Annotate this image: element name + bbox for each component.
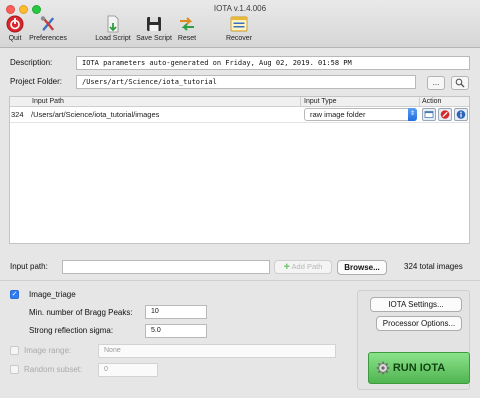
- add-path-button[interactable]: ✚ Add Path: [274, 260, 332, 274]
- min-bragg-field[interactable]: 10: [145, 305, 207, 319]
- delete-row-button[interactable]: [438, 108, 452, 121]
- image-range-label: Image range:: [24, 346, 72, 355]
- preferences-label: Preferences: [29, 35, 67, 42]
- reset-label: Reset: [177, 35, 197, 42]
- quit-label: Quit: [8, 35, 22, 42]
- plus-icon: ✚: [283, 262, 290, 271]
- random-subset-field[interactable]: 0: [98, 363, 158, 377]
- window-title: IOTA v.1.4.006: [213, 4, 267, 13]
- run-iota-button[interactable]: RUN IOTA: [368, 352, 470, 384]
- recover-window-icon: [230, 16, 248, 32]
- view-images-button[interactable]: [422, 108, 436, 121]
- load-script-button[interactable]: Load Script: [94, 15, 132, 42]
- iota-settings-button[interactable]: IOTA Settings...: [370, 297, 462, 312]
- project-folder-search-button[interactable]: [451, 76, 469, 90]
- load-script-icon: [107, 15, 119, 33]
- row-image-count: 324: [11, 110, 24, 119]
- random-subset-label: Random subset:: [24, 365, 83, 374]
- browse-button[interactable]: Browse...: [337, 260, 387, 275]
- select-stepper-icon: ⇕: [408, 108, 417, 121]
- table-row[interactable]: 324 /Users/art/Science/iota_tutorial/ima…: [10, 107, 469, 123]
- image-triage-checkbox[interactable]: ✓: [10, 290, 19, 299]
- recover-button[interactable]: Recover: [224, 15, 254, 42]
- window-titlebar: IOTA v.1.4.006 Quit Preferences Load Scr…: [0, 0, 480, 48]
- add-path-label: Add Path: [291, 262, 323, 271]
- description-field[interactable]: IOTA parameters auto-generated on Friday…: [76, 56, 470, 70]
- section-divider: [0, 280, 480, 281]
- row-info-button[interactable]: [454, 108, 468, 121]
- project-folder-field[interactable]: /Users/art/Science/iota_tutorial: [76, 75, 416, 89]
- floppy-disk-icon: [147, 17, 161, 31]
- quit-button[interactable]: Quit: [4, 15, 26, 42]
- processor-options-button[interactable]: Processor Options...: [376, 316, 462, 331]
- row-input-path: /Users/art/Science/iota_tutorial/images: [31, 110, 160, 119]
- project-folder-label: Project Folder:: [10, 77, 63, 86]
- recover-label: Recover: [225, 35, 253, 42]
- image-triage-label: Image_triage: [29, 290, 76, 299]
- project-folder-browse-button[interactable]: ...: [427, 76, 445, 90]
- description-label: Description:: [10, 58, 53, 67]
- delete-icon: [440, 110, 450, 119]
- preferences-tools-icon: [40, 16, 54, 31]
- preferences-button[interactable]: Preferences: [28, 15, 68, 42]
- strong-sigma-label: Strong reflection sigma:: [29, 326, 114, 335]
- min-bragg-label: Min. number of Bragg Peaks:: [29, 308, 133, 317]
- input-path-label: Input path:: [10, 262, 48, 271]
- header-action: Action: [422, 98, 442, 105]
- input-path-field[interactable]: [62, 260, 270, 274]
- reset-button[interactable]: Reset: [176, 15, 198, 42]
- save-script-label: Save Script: [136, 35, 172, 42]
- reset-arrows-icon: [180, 17, 194, 31]
- image-view-icon: [424, 111, 434, 118]
- input-type-select[interactable]: raw image folder ⇕: [304, 108, 417, 121]
- total-images-count: 324 total images: [404, 262, 463, 271]
- header-input-path: Input Path: [32, 98, 64, 105]
- info-icon: [456, 110, 466, 119]
- image-range-field[interactable]: None: [98, 344, 336, 358]
- strong-sigma-field[interactable]: 5.0: [145, 324, 207, 338]
- header-input-type: Input Type: [304, 98, 337, 105]
- save-script-button[interactable]: Save Script: [135, 15, 173, 42]
- table-header: Input Path Input Type Action: [10, 97, 469, 107]
- input-type-value: raw image folder: [310, 110, 366, 119]
- random-subset-checkbox[interactable]: [10, 365, 19, 374]
- input-table: Input Path Input Type Action 324 /Users/…: [9, 96, 470, 244]
- quit-icon: [6, 15, 24, 33]
- gear-icon: [376, 361, 390, 375]
- image-range-checkbox[interactable]: [10, 346, 19, 355]
- run-iota-label: RUN IOTA: [392, 362, 446, 374]
- magnifier-icon: [455, 78, 465, 88]
- load-script-label: Load Script: [95, 35, 131, 42]
